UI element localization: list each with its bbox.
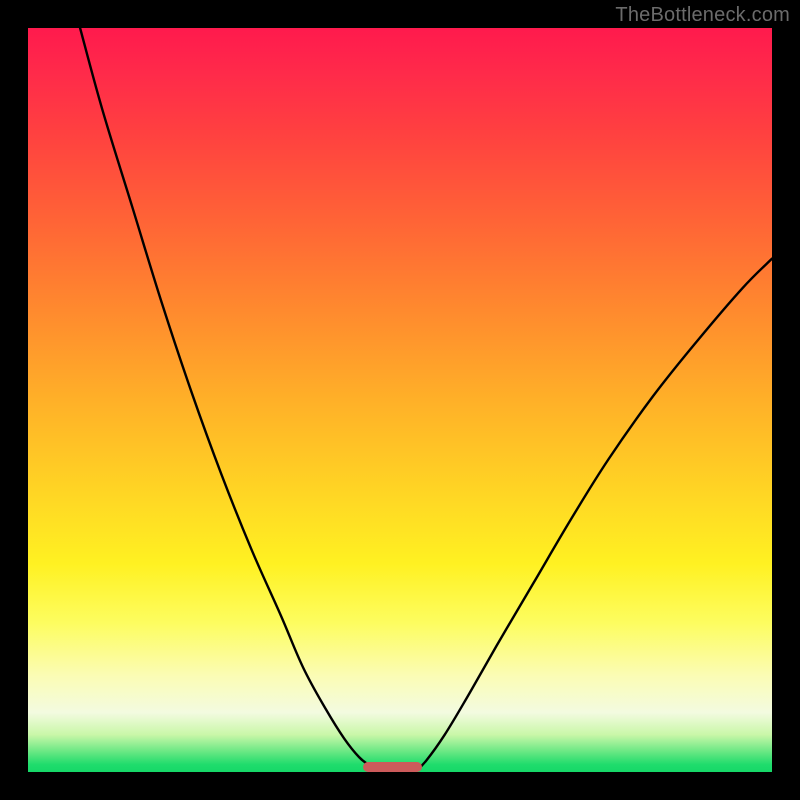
bottleneck-curve-right	[415, 259, 772, 772]
curve-layer	[28, 28, 772, 772]
optimal-range-marker	[363, 762, 423, 772]
chart-frame: TheBottleneck.com	[0, 0, 800, 800]
watermark-text: TheBottleneck.com	[615, 4, 790, 27]
bottleneck-curve-left	[80, 28, 378, 772]
plot-area	[28, 28, 772, 772]
